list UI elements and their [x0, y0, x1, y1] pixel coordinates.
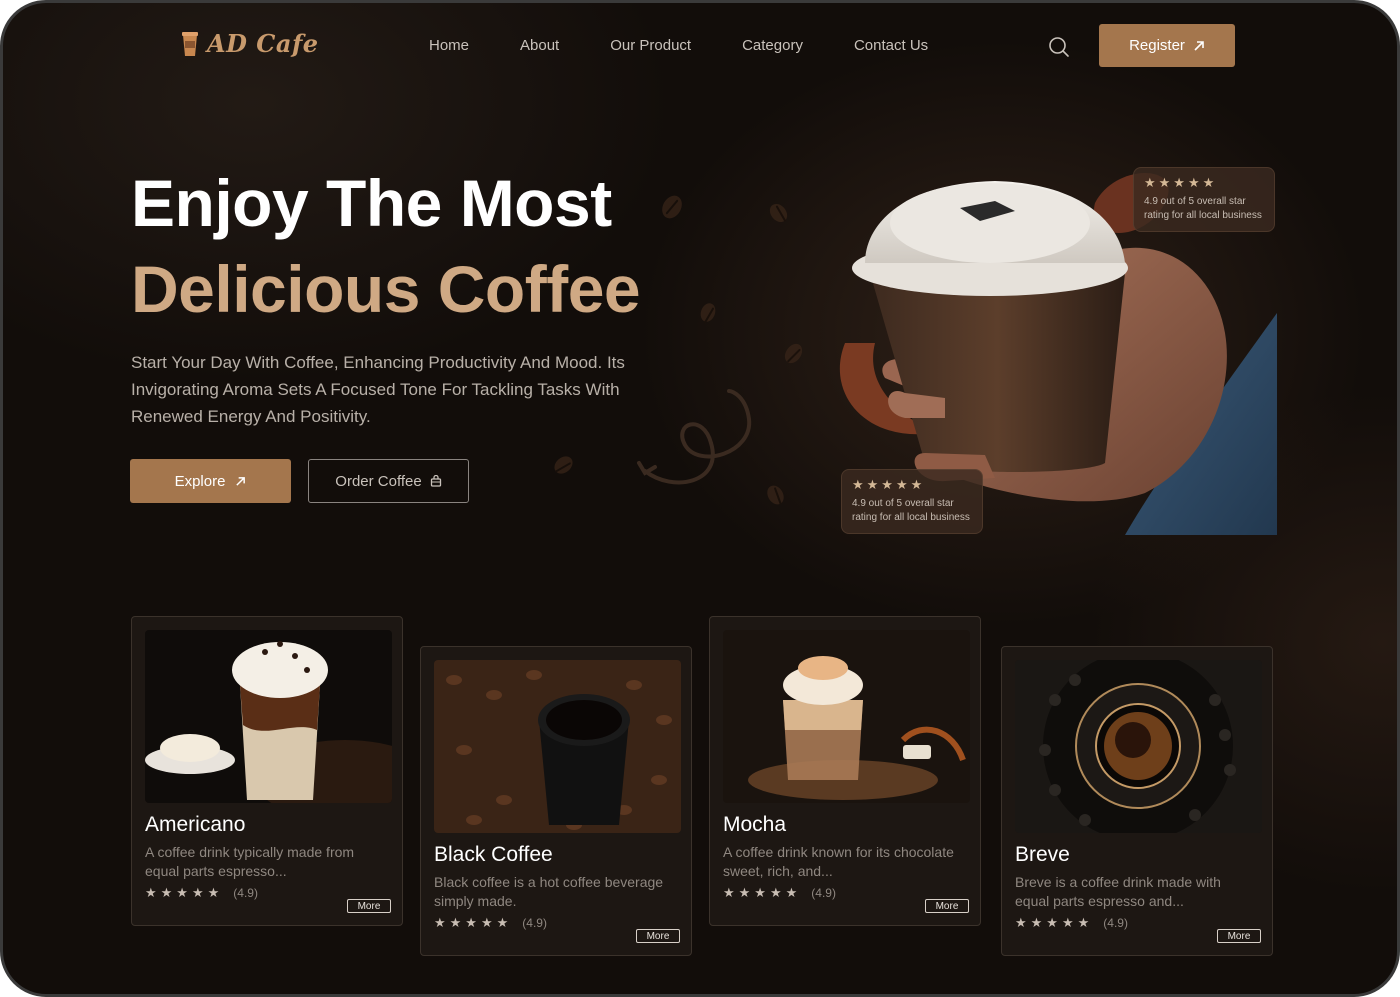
rating-text: 4.9 out of 5 overall star rating for all…	[852, 498, 970, 523]
coffee-bean-decor	[658, 192, 686, 222]
star-rating-icon: ★★★★★	[1015, 915, 1094, 930]
more-button[interactable]: More	[636, 929, 680, 943]
product-card-black-coffee[interactable]: Black Coffee Black coffee is a hot coffe…	[420, 646, 692, 956]
star-rating-icon: ★★★★★	[145, 885, 224, 900]
hero-description: Start Your Day With Coffee, Enhancing Pr…	[131, 353, 625, 426]
product-description: Breve is a coffee drink made with equal …	[1015, 874, 1221, 909]
explore-button[interactable]: Explore	[130, 459, 291, 503]
nav-category[interactable]: Category	[742, 37, 803, 54]
product-rating: ★★★★★ (4.9)	[145, 885, 258, 901]
product-title: Mocha	[723, 813, 787, 836]
star-rating-icon: ★★★★★	[723, 885, 802, 900]
product-description: A coffee drink typically made from equal…	[145, 844, 355, 879]
product-rating: ★★★★★ (4.9)	[1015, 915, 1128, 931]
product-description: A coffee drink known for its chocolate s…	[723, 844, 954, 879]
product-rating: ★★★★★ (4.9)	[723, 885, 836, 901]
rating-value: (4.9)	[1103, 916, 1128, 930]
hero-title-line1: Enjoy The Most	[131, 166, 612, 240]
product-card-breve[interactable]: Breve Breve is a coffee drink made with …	[1001, 646, 1273, 956]
coffee-bean-decor	[766, 200, 791, 226]
hero-title-line2: Delicious Coffee	[131, 252, 641, 326]
nav-our-product[interactable]: Our Product	[610, 37, 691, 54]
rating-value: (4.9)	[233, 886, 258, 900]
coffee-bean-decor	[781, 340, 806, 367]
nav-home[interactable]: Home	[429, 37, 469, 54]
product-card-mocha[interactable]: Mocha A coffee drink known for its choco…	[709, 616, 981, 926]
product-title: Breve	[1015, 843, 1070, 866]
nav-about[interactable]: About	[520, 37, 559, 54]
app-frame: AD Cafe Home About Our Product Category …	[0, 0, 1400, 997]
coffee-cup-icon	[182, 31, 198, 56]
more-button[interactable]: More	[1217, 929, 1261, 943]
product-card-americano[interactable]: Americano A coffee drink typically made …	[131, 616, 403, 926]
rating-card-top: ★★★★★ 4.9 out of 5 overall star rating f…	[1133, 167, 1275, 232]
star-rating-icon: ★★★★★	[434, 915, 513, 930]
nav-contact-us[interactable]: Contact Us	[854, 37, 928, 54]
star-rating-icon: ★★★★★	[1144, 175, 1218, 190]
americano-image	[145, 630, 392, 803]
breve-image	[1015, 660, 1262, 833]
explore-label: Explore	[174, 472, 226, 490]
brand-name: AD Cafe	[207, 29, 319, 58]
coffee-bean-decor	[551, 452, 576, 478]
product-description: Black coffee is a hot coffee beverage si…	[434, 874, 664, 909]
search-icon[interactable]	[1047, 35, 1071, 59]
more-button[interactable]: More	[925, 899, 969, 913]
rating-value: (4.9)	[522, 916, 547, 930]
rating-text: 4.9 out of 5 overall star rating for all…	[1144, 196, 1262, 221]
rating-value: (4.9)	[811, 886, 836, 900]
product-rating: ★★★★★ (4.9)	[434, 915, 547, 931]
order-coffee-label: Order Coffee	[335, 472, 422, 490]
swirl-arrow-decor	[637, 389, 752, 485]
arrow-up-right-icon	[236, 476, 246, 486]
mocha-image	[723, 630, 970, 803]
product-title: Americano	[145, 813, 246, 836]
shopping-bag-icon	[430, 475, 441, 487]
register-label: Register	[1129, 37, 1185, 54]
brand-logo[interactable]: AD Cafe	[181, 29, 319, 58]
arrow-up-right-icon	[1194, 40, 1204, 51]
product-title: Black Coffee	[434, 843, 553, 866]
order-coffee-button[interactable]: Order Coffee	[308, 459, 469, 503]
register-button[interactable]: Register	[1099, 24, 1235, 67]
coffee-bean-decor	[698, 301, 718, 324]
coffee-bean-decor	[764, 482, 787, 508]
main-nav: Home About Our Product Category Contact …	[429, 37, 979, 54]
rating-card-bottom: ★★★★★ 4.9 out of 5 overall star rating f…	[841, 469, 983, 534]
star-rating-icon: ★★★★★	[852, 477, 926, 492]
more-button[interactable]: More	[347, 899, 391, 913]
black-coffee-image	[434, 660, 681, 833]
